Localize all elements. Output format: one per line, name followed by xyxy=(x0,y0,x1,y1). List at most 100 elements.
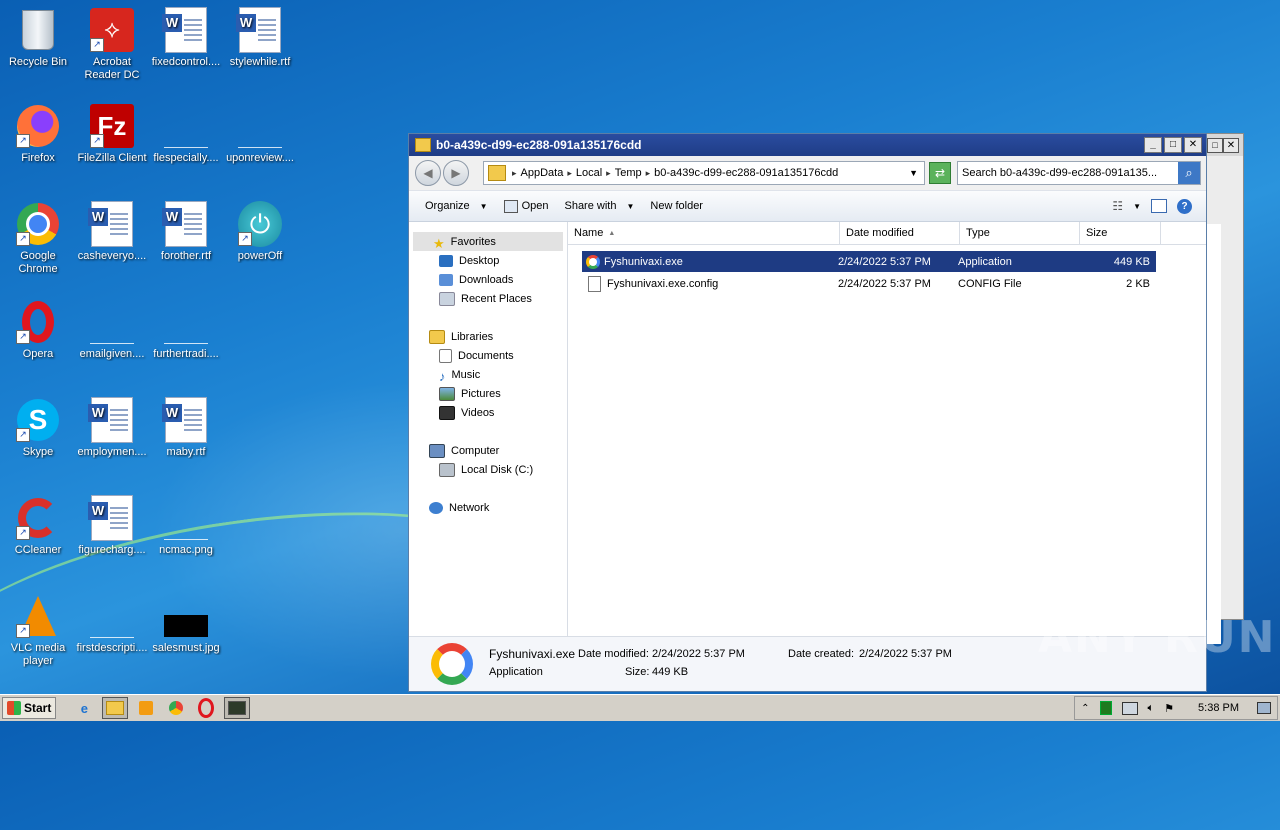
star-icon: ★ xyxy=(433,235,445,251)
chrome-icon: ↗ xyxy=(16,202,60,246)
breadcrumb-current-folder[interactable]: b0-a439c-d99-ec288-091a135176cdd xyxy=(650,167,842,179)
clock[interactable]: 5:38 PM xyxy=(1198,702,1239,714)
desktop-icon-emailgiven[interactable]: emailgiven.... xyxy=(74,300,150,361)
nav-downloads[interactable]: Downloads xyxy=(409,270,567,289)
desktop-icon-recycle-bin[interactable]: Recycle Bin xyxy=(0,8,76,69)
file-list[interactable]: Name ▲ Date modified Type Size Fyshuniva… xyxy=(568,222,1206,637)
help-icon[interactable]: ? xyxy=(1177,198,1192,214)
share-with-button[interactable]: Share with ▼ xyxy=(556,200,642,212)
desktop-icon-ccleaner[interactable]: ↗ CCleaner xyxy=(0,496,76,557)
chevron-down-icon[interactable]: ▼ xyxy=(909,168,918,178)
folder-icon xyxy=(415,138,431,152)
column-header-size[interactable]: Size xyxy=(1080,222,1161,244)
organize-button[interactable]: Organize ▼ xyxy=(417,200,496,212)
desktop-icon-furthertradi[interactable]: furthertradi.... xyxy=(148,300,224,361)
column-header-date-modified[interactable]: Date modified xyxy=(840,222,960,244)
nav-computer[interactable]: Computer xyxy=(409,441,567,460)
column-header-name[interactable]: Name ▲ xyxy=(568,222,840,244)
media-player-icon[interactable] xyxy=(134,698,158,718)
start-button[interactable]: Start xyxy=(2,697,57,719)
desktop-icon-forother[interactable]: W forother.rtf xyxy=(148,201,224,263)
opera-taskbar-icon[interactable] xyxy=(194,698,218,718)
file-row[interactable]: Fyshunivaxi.exe.config 2/24/2022 5:37 PM… xyxy=(582,273,1156,294)
network-icon xyxy=(429,501,443,514)
nav-recent-places[interactable]: Recent Places xyxy=(409,289,567,308)
nav-desktop[interactable]: Desktop xyxy=(409,251,567,270)
tray-app-icon[interactable] xyxy=(1099,701,1112,715)
desktop-icon-chrome[interactable]: ↗ Google Chrome xyxy=(0,202,76,276)
explorer-taskbar-icon[interactable] xyxy=(102,697,129,719)
nav-music[interactable]: ♪ Music xyxy=(409,365,567,384)
nav-favorites[interactable]: ★ Favorites xyxy=(413,232,563,251)
title-bar[interactable]: b0-a439c-d99-ec288-091a135176cdd _ □ ✕ xyxy=(409,134,1206,156)
firefox-icon: ↗ xyxy=(16,104,60,148)
column-header-type[interactable]: Type xyxy=(960,222,1080,244)
background-window-titlebar[interactable]: □ ✕ xyxy=(1201,134,1243,156)
config-file-icon xyxy=(588,275,601,292)
close-icon[interactable]: ✕ xyxy=(1223,138,1239,153)
nav-network[interactable]: Network xyxy=(409,498,567,517)
show-desktop-icon[interactable] xyxy=(1257,702,1271,714)
network-tray-icon[interactable] xyxy=(1121,701,1138,715)
chevron-down-icon: ▼ xyxy=(479,201,488,211)
desktop-icon-poweroff[interactable]: ⏻ ↗ powerOff xyxy=(222,201,298,263)
desktop-icon-ncmac[interactable]: ncmac.png xyxy=(148,496,224,557)
show-hidden-icons-icon[interactable]: ⌃ xyxy=(1081,703,1089,714)
action-center-flag-icon[interactable]: ⚑ xyxy=(1164,702,1174,715)
desktop-icon-filezilla[interactable]: Fz ↗ FileZilla Client xyxy=(74,104,150,165)
search-input[interactable]: Search b0-a439c-d99-ec288-091a135... ⌕ xyxy=(957,161,1201,185)
word-doc-icon: W xyxy=(236,7,282,53)
chevron-down-icon[interactable]: ▼ xyxy=(1133,202,1141,211)
chrome-taskbar-icon[interactable] xyxy=(164,698,188,718)
preview-pane-icon[interactable] xyxy=(1151,199,1167,213)
blank-file-icon xyxy=(90,300,134,344)
open-button[interactable]: Open xyxy=(496,199,557,213)
desktop-icon-stylewhile[interactable]: W stylewhile.rtf xyxy=(222,7,298,69)
nav-local-disk[interactable]: Local Disk (C:) xyxy=(409,460,567,479)
desktop-icon-skype[interactable]: S ↗ Skype xyxy=(0,398,76,459)
breadcrumb-local[interactable]: Local xyxy=(572,167,606,179)
desktop-icon-flespecially[interactable]: flespecially.... xyxy=(148,104,224,165)
desktop-icon-fixedcontrol[interactable]: W fixedcontrol.... xyxy=(148,7,224,69)
forward-button[interactable]: ▶ xyxy=(443,160,469,186)
desktop-icon-uponreview[interactable]: uponreview.... xyxy=(222,104,298,165)
details-size-label: Size: xyxy=(625,666,650,678)
back-button[interactable]: ◀ xyxy=(415,160,441,186)
word-doc-icon: W xyxy=(88,495,134,541)
desktop-icon-acrobat[interactable]: ⟡ ↗ Acrobat Reader DC xyxy=(74,8,150,82)
sort-ascending-icon: ▲ xyxy=(608,229,616,237)
nav-libraries[interactable]: Libraries xyxy=(409,327,567,346)
desktop-icon-firefox[interactable]: ↗ Firefox xyxy=(0,104,76,165)
new-folder-button[interactable]: New folder xyxy=(642,200,711,212)
refresh-button[interactable]: ⇄ xyxy=(929,162,951,184)
nav-pictures[interactable]: Pictures xyxy=(409,384,567,403)
desktop-icon-firstdescripti[interactable]: firstdescripti.... xyxy=(74,594,150,655)
view-options-icon[interactable]: ☷ xyxy=(1112,199,1123,213)
desktop-icon-employmen[interactable]: W employmen.... xyxy=(74,397,150,459)
file-row[interactable]: Fyshunivaxi.exe 2/24/2022 5:37 PM Applic… xyxy=(582,251,1156,272)
nav-videos[interactable]: Videos xyxy=(409,403,567,422)
desktop-icon-maby[interactable]: W maby.rtf xyxy=(148,397,224,459)
maximize-button[interactable]: □ xyxy=(1164,137,1182,153)
breadcrumb-temp[interactable]: Temp xyxy=(611,167,646,179)
desktop-icon-vlc[interactable]: ↗ VLC media player xyxy=(0,594,76,668)
word-doc-icon: W xyxy=(162,201,208,247)
explorer-window[interactable]: b0-a439c-d99-ec288-091a135176cdd _ □ ✕ ◀… xyxy=(408,133,1207,692)
internet-explorer-icon[interactable]: e xyxy=(72,698,96,718)
search-placeholder: Search b0-a439c-d99-ec288-091a135... xyxy=(962,167,1158,179)
minimize-button[interactable]: _ xyxy=(1144,137,1162,153)
close-button[interactable]: ✕ xyxy=(1184,137,1202,153)
maximize-icon[interactable]: □ xyxy=(1207,138,1223,153)
desktop-icon-casheveryo[interactable]: W casheveryo.... xyxy=(74,201,150,263)
terminal-taskbar-icon[interactable] xyxy=(224,697,251,719)
address-bar[interactable]: ▸ AppData ▸ Local ▸ Temp ▸ b0-a439c-d99-… xyxy=(483,161,925,185)
libraries-icon xyxy=(429,329,445,344)
nav-documents[interactable]: Documents xyxy=(409,346,567,365)
search-icon[interactable]: ⌕ xyxy=(1178,162,1200,184)
desktop-icon-opera[interactable]: ↗ Opera xyxy=(0,300,76,361)
desktop-icon-figurecharg[interactable]: W figurecharg.... xyxy=(74,495,150,557)
desktop-icon-salesmust[interactable]: salesmust.jpg xyxy=(148,594,224,655)
open-icon xyxy=(503,199,518,213)
breadcrumb-appdata[interactable]: AppData xyxy=(517,167,568,179)
volume-icon[interactable]: 🔈︎ xyxy=(1148,702,1155,715)
